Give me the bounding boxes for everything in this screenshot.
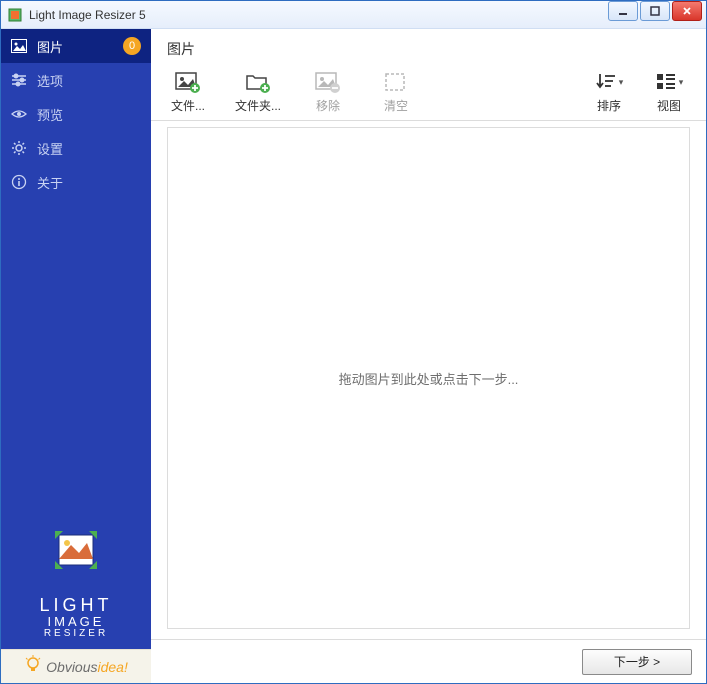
sidebar-item-label: 设置 [37, 139, 141, 158]
sidebar-item-preview[interactable]: 预览 [1, 97, 151, 131]
sidebar-item-about[interactable]: 关于 [1, 165, 151, 199]
sort-icon [595, 71, 617, 94]
gear-icon [11, 140, 27, 156]
sidebar-item-label: 预览 [37, 105, 141, 124]
sidebar-item-options[interactable]: 选项 [1, 63, 151, 97]
footer-brand-accent: idea! [98, 659, 128, 675]
view-icon [655, 71, 677, 94]
sidebar: 图片 0 选项 预览 [1, 29, 151, 683]
info-icon [11, 174, 27, 190]
footer-brand[interactable]: Obviousidea! [1, 649, 151, 683]
tool-label: 视图 [657, 97, 681, 114]
tool-label: 清空 [384, 97, 408, 114]
view-button[interactable]: ▾ 视图 [648, 71, 690, 114]
remove-image-icon [315, 71, 341, 93]
add-image-icon [175, 71, 201, 93]
lightbulb-icon [24, 655, 42, 678]
tool-label: 文件... [171, 97, 205, 114]
minimize-button[interactable] [608, 1, 638, 21]
eye-icon [11, 106, 27, 122]
next-button[interactable]: 下一步 > [582, 649, 692, 675]
remove-button[interactable]: 移除 [307, 71, 349, 114]
sidebar-item-label: 选项 [37, 71, 141, 90]
image-count-badge: 0 [123, 37, 141, 55]
brand-text: LIGHT IMAGE RESIZER [11, 596, 141, 639]
app-window: Light Image Resizer 5 图片 0 [0, 0, 707, 684]
tool-label: 移除 [316, 97, 340, 114]
tool-label: 排序 [597, 97, 621, 114]
page-title: 图片 [151, 29, 706, 65]
window-controls [608, 1, 706, 28]
sidebar-item-label: 图片 [37, 37, 113, 56]
add-folder-button[interactable]: 文件夹... [235, 71, 281, 114]
brand-logo: LIGHT IMAGE RESIZER [1, 521, 151, 649]
drop-area[interactable]: 拖动图片到此处或点击下一步... [167, 127, 690, 629]
brand-line-3: RESIZER [11, 629, 141, 640]
next-button-label: 下一步 > [614, 653, 660, 670]
close-button[interactable] [672, 1, 702, 21]
add-folder-icon [245, 71, 271, 93]
titlebar: Light Image Resizer 5 [1, 1, 706, 29]
tool-label: 文件夹... [235, 97, 281, 114]
brand-line-2: IMAGE [11, 615, 141, 629]
window-title: Light Image Resizer 5 [29, 8, 608, 22]
clear-icon [383, 71, 409, 93]
image-icon [11, 38, 27, 54]
sliders-icon [11, 72, 27, 88]
bottom-bar: 下一步 > [151, 639, 706, 683]
chevron-down-icon: ▾ [619, 77, 624, 88]
sort-button[interactable]: ▾ 排序 [588, 71, 630, 114]
resize-logo-icon [41, 521, 111, 585]
app-icon [7, 7, 23, 23]
footer-brand-main: Obvious [46, 659, 97, 675]
add-file-button[interactable]: 文件... [167, 71, 209, 114]
drop-hint-text: 拖动图片到此处或点击下一步... [339, 369, 519, 388]
brand-line-1: LIGHT [39, 595, 112, 615]
sidebar-item-settings[interactable]: 设置 [1, 131, 151, 165]
sidebar-item-images[interactable]: 图片 0 [1, 29, 151, 63]
toolbar: 文件... 文件夹... 移除 [151, 65, 706, 121]
clear-button[interactable]: 清空 [375, 71, 417, 114]
chevron-down-icon: ▾ [679, 77, 684, 88]
maximize-button[interactable] [640, 1, 670, 21]
sidebar-item-label: 关于 [37, 173, 141, 192]
main-panel: 图片 文件... 文件夹... [151, 29, 706, 683]
